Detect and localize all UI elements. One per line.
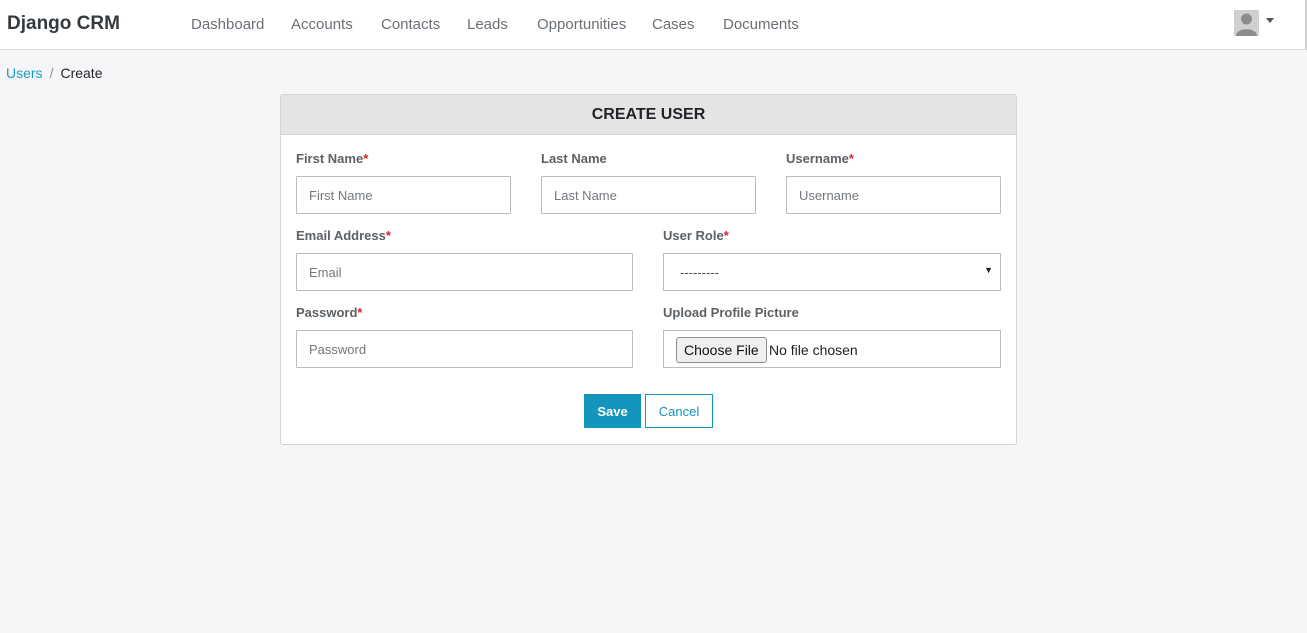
email-label: Email Address* — [296, 228, 391, 243]
card-title: CREATE USER — [281, 95, 1016, 135]
username-label: Username* — [786, 151, 854, 166]
avatar-icon — [1234, 10, 1259, 36]
user-role-selected: --------- — [680, 265, 719, 280]
user-role-select[interactable]: --------- ▼ — [663, 253, 1001, 291]
breadcrumb-separator: / — [49, 65, 54, 81]
brand-logo[interactable]: Django CRM — [7, 13, 120, 35]
nav-item-accounts[interactable]: Accounts — [291, 16, 353, 33]
required-marker: * — [848, 151, 854, 166]
first-name-label: First Name* — [296, 151, 368, 166]
nav-item-leads[interactable]: Leads — [467, 16, 508, 33]
save-button[interactable]: Save — [584, 394, 641, 428]
breadcrumb-current: Create — [60, 65, 103, 81]
password-label-text: Password — [296, 305, 358, 320]
nav-item-dashboard[interactable]: Dashboard — [191, 16, 264, 33]
create-user-card: CREATE USER First Name* Last Name Userna… — [280, 94, 1017, 445]
top-navbar: Django CRM Dashboard Accounts Contacts L… — [0, 0, 1307, 50]
required-marker: * — [363, 151, 369, 166]
user-role-label: User Role* — [663, 228, 729, 243]
last-name-label: Last Name — [541, 151, 607, 166]
choose-file-button[interactable]: Choose File — [676, 337, 767, 363]
nav-item-cases[interactable]: Cases — [652, 16, 695, 33]
breadcrumb: Users / Create — [6, 65, 102, 81]
cancel-button[interactable]: Cancel — [645, 394, 713, 428]
profile-picture-label-text: Upload Profile Picture — [663, 305, 799, 320]
password-label: Password* — [296, 305, 362, 320]
email-input[interactable] — [296, 253, 633, 291]
nav-item-documents[interactable]: Documents — [723, 16, 799, 33]
required-marker: * — [357, 305, 363, 320]
password-input[interactable] — [296, 330, 633, 368]
first-name-input[interactable] — [296, 176, 511, 214]
username-label-text: Username — [786, 151, 849, 166]
breadcrumb-users-link[interactable]: Users — [6, 65, 43, 81]
first-name-label-text: First Name — [296, 151, 364, 166]
required-marker: * — [723, 228, 729, 243]
user-menu-toggle[interactable] — [1234, 10, 1278, 36]
file-status: No file chosen — [769, 342, 858, 358]
nav-item-opportunities[interactable]: Opportunities — [537, 16, 626, 33]
email-label-text: Email Address — [296, 228, 386, 243]
dropdown-arrow-icon: ▼ — [984, 265, 993, 275]
profile-picture-upload: Choose File No file chosen — [663, 330, 1001, 368]
username-input[interactable] — [786, 176, 1001, 214]
last-name-input[interactable] — [541, 176, 756, 214]
user-role-label-text: User Role — [663, 228, 724, 243]
profile-picture-label: Upload Profile Picture — [663, 305, 799, 320]
nav-item-contacts[interactable]: Contacts — [381, 16, 440, 33]
last-name-label-text: Last Name — [541, 151, 607, 166]
required-marker: * — [385, 228, 391, 243]
chevron-down-icon — [1266, 18, 1274, 23]
